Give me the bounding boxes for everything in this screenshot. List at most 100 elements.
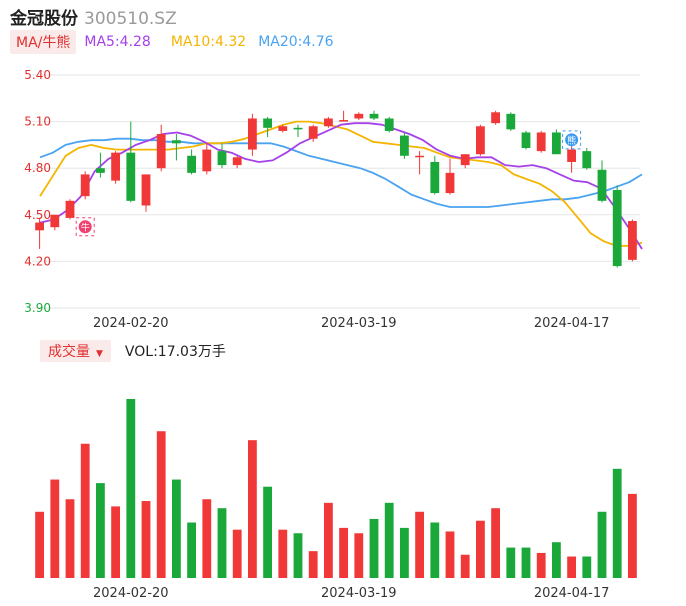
volume-bar <box>415 511 425 578</box>
price-tick-label: 4.20 <box>24 254 51 268</box>
candle-body <box>126 152 136 201</box>
candle-body <box>278 126 288 131</box>
volume-bar <box>506 547 516 578</box>
price-date-axis: 2024-02-20 2024-03-19 2024-04-17 <box>93 316 609 331</box>
volume-bar <box>263 486 273 578</box>
price-axis: 5.40 5.10 4.80 4.50 4.20 3.90 <box>24 68 51 315</box>
volume-indicator-label: 成交量 <box>48 344 90 360</box>
candle-body <box>247 118 257 150</box>
signal-label: 牛 <box>81 221 90 233</box>
price-tick-label: 4.50 <box>24 208 51 222</box>
candle-body <box>171 140 181 144</box>
volume-bar <box>202 499 212 578</box>
volume-bar <box>247 440 257 578</box>
volume-bar <box>582 556 592 578</box>
candle-body <box>202 149 212 172</box>
candle-body <box>475 126 485 155</box>
volume-legend: 成交量 ▼ VOL:17.03万手 <box>40 340 226 362</box>
volume-bar <box>232 529 242 578</box>
volume-bar <box>278 529 288 578</box>
volume-bar <box>141 501 151 578</box>
volume-bar <box>217 508 227 578</box>
sell-signal-icon: 熊 <box>562 130 582 150</box>
candlestick-chart: 5.405.104.804.504.203.90 牛熊 2024-02-20 20… <box>24 68 643 601</box>
volume-bar <box>293 533 303 578</box>
volume-bar <box>460 554 470 578</box>
candle-body <box>567 149 577 162</box>
candle-body <box>536 132 546 152</box>
volume-bar <box>445 531 455 578</box>
volume-bar <box>597 511 607 578</box>
price-grid <box>32 74 640 309</box>
volume-bar <box>95 483 105 578</box>
volume-bar <box>35 511 45 578</box>
volume-bar <box>612 468 622 578</box>
volume-bar <box>491 508 501 578</box>
price-tick-label: 5.10 <box>24 115 51 129</box>
candle-body <box>582 151 592 169</box>
volume-bar <box>65 499 75 578</box>
volume-bar <box>50 479 60 578</box>
volume-bar <box>551 542 561 578</box>
volume-date-label: 2024-04-17 <box>534 586 610 601</box>
price-tick-label: 4.80 <box>24 161 51 175</box>
signal-label: 熊 <box>567 134 576 146</box>
volume-value: VOL:17.03万手 <box>124 344 226 360</box>
candle-body <box>308 126 318 139</box>
volume-bar <box>323 502 333 578</box>
price-tick-label: 5.40 <box>24 68 51 82</box>
volume-indicator-button[interactable]: 成交量 ▼ <box>40 340 111 362</box>
candle-body <box>369 113 379 119</box>
candle-body <box>521 132 531 149</box>
buy-signal-icon: 牛 <box>75 217 95 237</box>
volume-bar <box>187 522 197 578</box>
candle-body <box>354 113 364 119</box>
candle-body <box>491 112 501 124</box>
candle-body <box>187 155 197 173</box>
volume-bar <box>536 552 546 578</box>
candle-body <box>141 174 151 206</box>
dropdown-caret-icon: ▼ <box>96 349 103 359</box>
volume-bar <box>111 506 121 578</box>
price-date-label: 2024-03-19 <box>321 316 397 331</box>
candle-body <box>50 214 60 228</box>
candle-body <box>597 169 607 201</box>
candle-body <box>323 118 333 127</box>
candle-body <box>415 155 425 158</box>
candle-body <box>111 152 121 181</box>
candle-body <box>293 127 303 130</box>
candle-body <box>430 161 440 194</box>
volume-bar <box>354 533 364 578</box>
volume-bar <box>430 522 440 578</box>
candle-body <box>384 118 394 131</box>
price-date-label: 2024-02-20 <box>93 316 169 331</box>
volume-bar <box>171 479 181 578</box>
candle-body <box>217 151 227 166</box>
candle-body <box>506 113 516 130</box>
candle-body <box>232 157 242 166</box>
signal-markers: 牛熊 <box>75 130 582 237</box>
candles <box>35 110 637 268</box>
volume-bar <box>475 520 485 578</box>
volume-bar <box>369 518 379 578</box>
candle-body <box>445 172 455 194</box>
candle-body <box>80 174 90 197</box>
volume-bar <box>126 399 136 578</box>
candle-body <box>627 221 637 260</box>
volume-bar <box>627 493 637 578</box>
price-tick-label: 3.90 <box>24 301 51 315</box>
volume-bar <box>521 547 531 578</box>
price-date-label: 2024-04-17 <box>534 316 610 331</box>
volume-bar <box>156 431 166 578</box>
candle-body <box>263 118 273 128</box>
volume-bar <box>80 443 90 578</box>
candle-body <box>339 120 349 122</box>
volume-bar <box>339 527 349 578</box>
candle-body <box>551 132 561 155</box>
candle-body <box>65 200 75 218</box>
volume-bar <box>399 527 409 578</box>
candle-body <box>399 135 409 156</box>
candle-body <box>156 134 166 169</box>
volume-bar <box>384 502 394 578</box>
volume-date-axis: 2024-02-20 2024-03-19 2024-04-17 <box>93 586 609 601</box>
